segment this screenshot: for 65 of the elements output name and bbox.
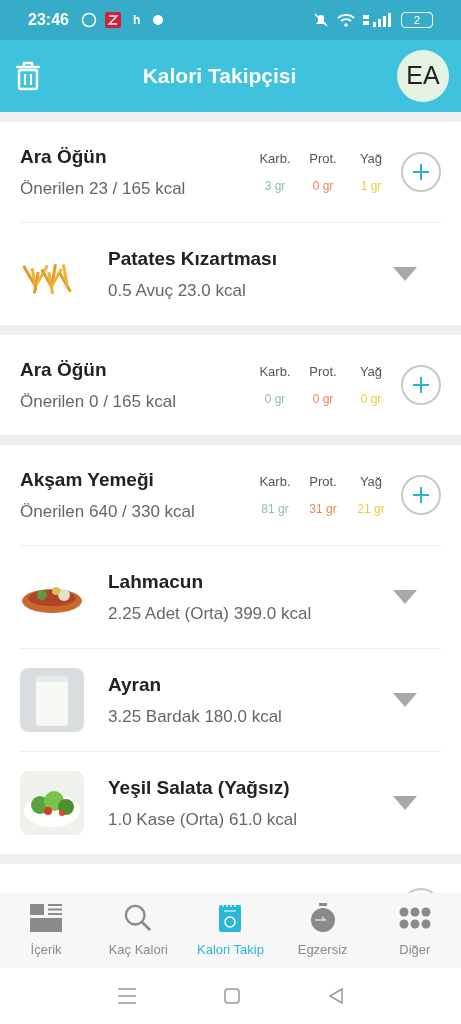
macro-label: Yağ	[359, 363, 383, 382]
macro-value: 21 gr	[357, 500, 385, 518]
notification-letter: h	[132, 12, 141, 29]
layout-icon	[30, 903, 63, 932]
macro-label: Yağ	[359, 473, 383, 492]
home-icon[interactable]	[223, 988, 240, 1004]
signal-icon	[363, 13, 393, 27]
macro-value: 0 gr	[360, 390, 382, 408]
macro-value: 31 gr	[309, 500, 337, 518]
app-icon	[104, 12, 121, 28]
dropdown-icon[interactable]	[393, 267, 417, 281]
nav-tab[interactable]: Kalori Takip	[185, 901, 276, 960]
macro-value: 1 gr	[360, 177, 382, 195]
macro-label: Prot.	[309, 363, 337, 382]
macro-label: Prot.	[309, 473, 337, 492]
back-icon[interactable]	[327, 988, 344, 1004]
nav-tab[interactable]: Egzersiz	[277, 901, 368, 960]
food-name: Ayran	[108, 673, 163, 697]
battery-indicator: 2	[401, 12, 433, 28]
food-name: Patates Kızartması	[108, 247, 278, 271]
meal-summary: Önerilen 0 / 165 kcal	[20, 390, 177, 413]
dropdown-icon[interactable]	[393, 796, 417, 810]
macro-label: Yağ	[359, 150, 383, 169]
meal-title: Ara Öğün	[20, 358, 108, 382]
food-detail: 2.25 Adet (Orta) 399.0 kcal	[108, 602, 313, 625]
food-detail: 1.0 Kase (Orta) 61.0 kcal	[108, 808, 298, 831]
menu-icon[interactable]	[117, 988, 136, 1004]
nav-tab[interactable]: Diğer	[369, 901, 460, 960]
wifi-icon	[337, 13, 355, 27]
add-button[interactable]	[401, 475, 441, 515]
macro-value: 0 gr	[264, 390, 286, 408]
nav-tab[interactable]: Kaç Kalori	[93, 901, 184, 960]
food-name: Lahmacun	[108, 570, 205, 594]
macro-label: Prot.	[309, 150, 337, 169]
nav-tab[interactable]: İçerik	[1, 901, 92, 960]
plus-icon	[411, 375, 431, 395]
macro-value: 0 gr	[312, 177, 334, 195]
search-icon	[124, 903, 153, 932]
food-detail: 3.25 Bardak 180.0 kcal	[108, 705, 283, 728]
macro-value: 3 gr	[264, 177, 286, 195]
dropdown-icon[interactable]	[393, 590, 417, 604]
add-button[interactable]	[401, 152, 441, 192]
trash-icon[interactable]	[14, 61, 42, 91]
meal-summary: Önerilen 23 / 165 kcal	[20, 177, 187, 200]
add-button[interactable]	[401, 365, 441, 405]
macro-label: Karb.	[259, 150, 291, 169]
bell-off-icon	[313, 12, 329, 28]
clock: 23:46	[28, 10, 69, 30]
food-name: Yeşil Salata (Yağsız)	[108, 776, 291, 800]
meal-title: Ara Öğün	[20, 145, 108, 169]
app-title: Kalori Takipçisi	[141, 63, 298, 90]
macro-label: Karb.	[259, 363, 291, 382]
food-detail: 0.5 Avuç 23.0 kcal	[108, 279, 247, 302]
meal-title: Akşam Yemeği	[20, 468, 155, 492]
plus-icon	[411, 485, 431, 505]
notebook-icon	[219, 903, 242, 932]
stopwatch-icon	[308, 902, 337, 933]
macro-value: 0 gr	[312, 390, 334, 408]
dropdown-icon[interactable]	[393, 693, 417, 707]
macro-label: Karb.	[259, 473, 291, 492]
more-icon	[398, 906, 431, 929]
user-avatar[interactable]: EA	[397, 50, 449, 102]
macro-value: 81 gr	[261, 500, 289, 518]
meal-summary: Önerilen 640 / 330 kcal	[20, 500, 196, 523]
plus-icon	[411, 162, 431, 182]
